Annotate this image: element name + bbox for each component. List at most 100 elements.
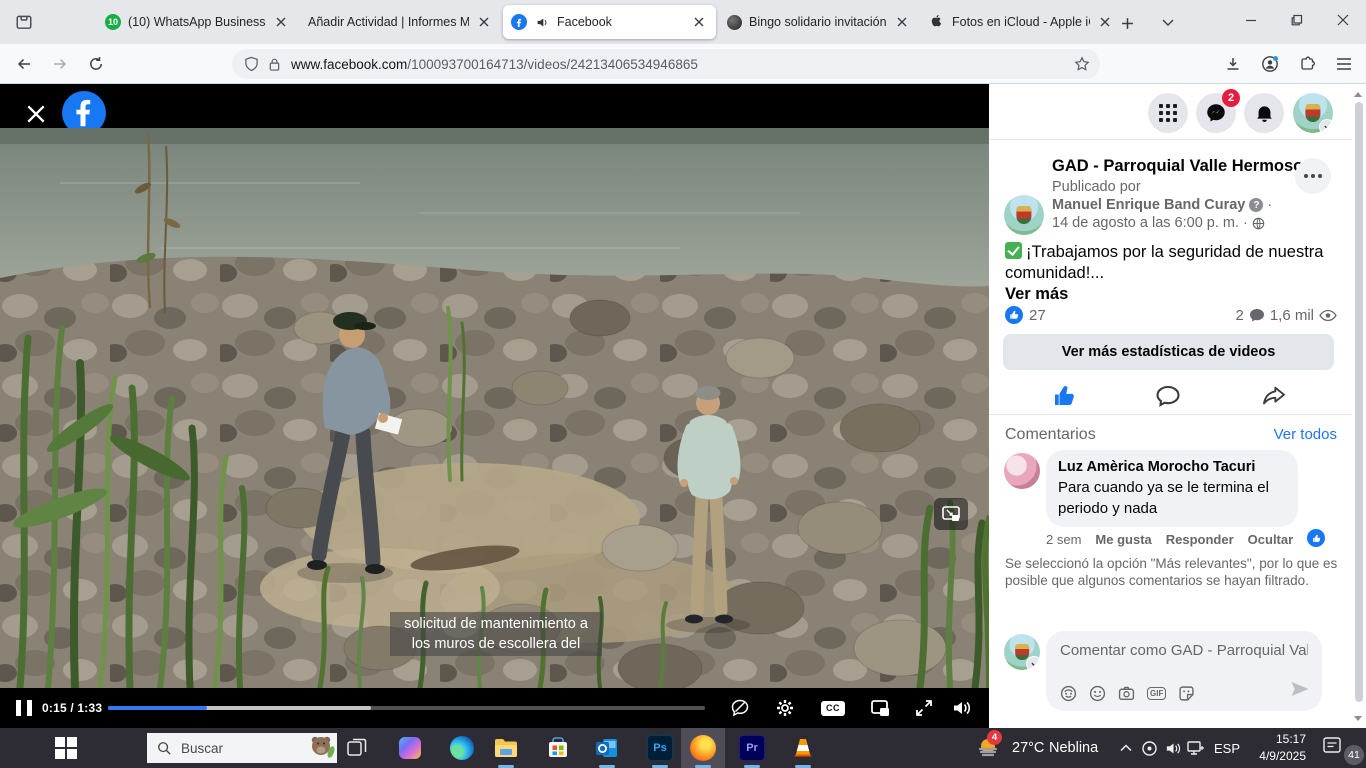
comment-composer[interactable]: Comentar como GAD - Parroquial Vall... G… xyxy=(1046,631,1322,711)
copilot-icon[interactable] xyxy=(388,728,432,768)
scrollbar-up-arrow[interactable] xyxy=(1352,88,1364,100)
help-icon[interactable]: ? xyxy=(1249,198,1263,212)
url-text[interactable]: www.facebook.com/100093700164713/videos/… xyxy=(291,57,698,72)
outlook-icon[interactable] xyxy=(585,728,629,768)
camera-icon[interactable] xyxy=(1118,685,1135,702)
edge-icon[interactable] xyxy=(440,728,484,768)
progress-bar[interactable] xyxy=(108,706,705,710)
window-minimize-button[interactable] xyxy=(1228,0,1274,40)
tray-chevron-icon[interactable] xyxy=(1116,738,1136,758)
comments-disabled-icon[interactable] xyxy=(726,696,754,720)
scrollbar-thumb[interactable] xyxy=(1355,102,1363,702)
scrollbar-down-arrow[interactable] xyxy=(1352,712,1364,724)
like-count-icon[interactable] xyxy=(1005,306,1023,324)
video-player[interactable]: solicitud de mantenimiento a los muros d… xyxy=(0,84,989,728)
window-close-button[interactable] xyxy=(1320,0,1366,40)
photoshop-icon[interactable]: Ps xyxy=(638,728,682,768)
page-avatar[interactable] xyxy=(1004,195,1044,235)
start-button[interactable] xyxy=(54,736,78,760)
video-scene-illustration[interactable] xyxy=(0,128,989,688)
comment-bubble[interactable]: Luz Amèrica Morocho Tacuri Para cuando y… xyxy=(1046,450,1298,527)
pause-button[interactable] xyxy=(16,700,32,716)
comment-count[interactable]: 2 xyxy=(1235,307,1243,324)
network-icon[interactable] xyxy=(1186,738,1206,758)
like-button[interactable] xyxy=(1029,378,1099,414)
file-explorer-icon[interactable] xyxy=(484,728,528,768)
fullscreen-button[interactable] xyxy=(910,696,938,720)
microsoft-store-icon[interactable] xyxy=(536,728,580,768)
captions-button[interactable]: CC xyxy=(819,696,847,720)
comment-time[interactable]: 2 sem xyxy=(1046,532,1081,547)
tab-close-icon[interactable] xyxy=(272,13,290,31)
menu-icon[interactable] xyxy=(1328,48,1360,80)
post-date[interactable]: 14 de agosto a las 6:00 p. m. · xyxy=(1052,215,1248,231)
emoji-icon[interactable] xyxy=(1089,685,1106,702)
avatar-sticker-icon[interactable] xyxy=(1060,685,1077,702)
video-stats-button[interactable]: Ver más estadísticas de videos xyxy=(1003,334,1334,370)
tab-facebook[interactable]: Facebook xyxy=(503,5,716,39)
see-all-comments-link[interactable]: Ver todos xyxy=(1274,426,1337,444)
see-more-link[interactable]: Ver más xyxy=(1005,285,1068,304)
tab-whatsapp[interactable]: 10 (10) WhatsApp Business xyxy=(97,5,298,39)
account-icon[interactable] xyxy=(1254,48,1286,80)
tab-icloud[interactable]: Fotos en iCloud - Apple iClou xyxy=(921,5,1122,39)
pip-button[interactable] xyxy=(867,696,895,720)
tab-close-icon[interactable] xyxy=(475,13,493,31)
notifications-button[interactable] xyxy=(1244,93,1284,133)
tab-informes[interactable]: Añadir Actividad | Informes Mens xyxy=(300,5,501,39)
view-count[interactable]: 1,6 mil xyxy=(1270,307,1314,324)
author-name[interactable]: Manuel Enrique Band Curay xyxy=(1052,197,1245,213)
back-button[interactable] xyxy=(8,48,40,80)
comment-hide-link[interactable]: Ocultar xyxy=(1248,532,1294,547)
settings-gear-icon[interactable] xyxy=(771,696,799,720)
notification-center-button[interactable]: 41 xyxy=(1322,735,1358,761)
tab-close-icon[interactable] xyxy=(690,13,708,31)
vlc-icon[interactable] xyxy=(781,728,825,768)
like-count[interactable]: 27 xyxy=(1029,307,1046,324)
share-button[interactable] xyxy=(1239,378,1309,414)
meet-now-icon[interactable] xyxy=(1139,738,1159,758)
gif-icon[interactable]: GIF xyxy=(1147,687,1166,700)
post-options-button[interactable] xyxy=(1295,158,1331,194)
tray-volume-icon[interactable] xyxy=(1163,738,1183,758)
close-video-icon[interactable] xyxy=(22,100,50,128)
lock-icon[interactable] xyxy=(268,57,281,72)
bookmark-star-icon[interactable] xyxy=(1074,56,1090,72)
chevron-down-icon[interactable] xyxy=(1026,656,1040,670)
downloads-icon[interactable] xyxy=(1217,48,1249,80)
address-bar[interactable]: www.facebook.com/100093700164713/videos/… xyxy=(232,49,1100,79)
reload-button[interactable] xyxy=(80,48,112,80)
profile-avatar[interactable] xyxy=(1293,93,1333,133)
weather-icon[interactable]: 4 xyxy=(975,735,1001,761)
task-view-button[interactable] xyxy=(335,728,379,768)
weather-temp[interactable]: 27°C xyxy=(1012,728,1044,768)
composer-placeholder[interactable]: Comentar como GAD - Parroquial Vall... xyxy=(1060,642,1308,659)
premiere-icon[interactable]: Pr xyxy=(730,728,774,768)
composer-avatar[interactable] xyxy=(1004,634,1040,670)
sticker-icon[interactable] xyxy=(1178,685,1195,702)
list-tabs-button[interactable] xyxy=(1155,10,1181,36)
taskbar-search[interactable] xyxy=(147,733,337,763)
tab-close-icon[interactable] xyxy=(1096,13,1114,31)
comment-like-link[interactable]: Me gusta xyxy=(1095,532,1151,547)
comment-reply-link[interactable]: Responder xyxy=(1166,532,1234,547)
tab-bingo[interactable]: Bingo solidario invitación xyxy=(718,5,919,39)
pip-popout-button[interactable] xyxy=(934,498,968,530)
comment-like-badge[interactable] xyxy=(1306,528,1326,548)
weather-desc[interactable]: Neblina xyxy=(1049,728,1098,768)
firefox-view-icon[interactable] xyxy=(10,8,38,36)
messenger-button[interactable]: 2 xyxy=(1196,93,1236,133)
page-name[interactable]: GAD - Parroquial Valle Hermoso xyxy=(1052,157,1303,176)
send-comment-icon[interactable] xyxy=(1290,680,1310,703)
commenter-name[interactable]: Luz Amèrica Morocho Tacuri xyxy=(1058,458,1286,477)
forward-button[interactable] xyxy=(44,48,76,80)
apps-menu-button[interactable] xyxy=(1148,93,1188,133)
tab-close-icon[interactable] xyxy=(893,13,911,31)
commenter-avatar[interactable] xyxy=(1004,453,1040,489)
taskbar-clock[interactable]: 15:17 4/9/2025 xyxy=(1236,731,1306,765)
window-maximize-button[interactable] xyxy=(1274,0,1320,40)
extensions-icon[interactable] xyxy=(1291,48,1323,80)
volume-button[interactable] xyxy=(948,696,976,720)
tracking-shield-icon[interactable] xyxy=(244,56,259,72)
search-input[interactable] xyxy=(179,740,283,757)
